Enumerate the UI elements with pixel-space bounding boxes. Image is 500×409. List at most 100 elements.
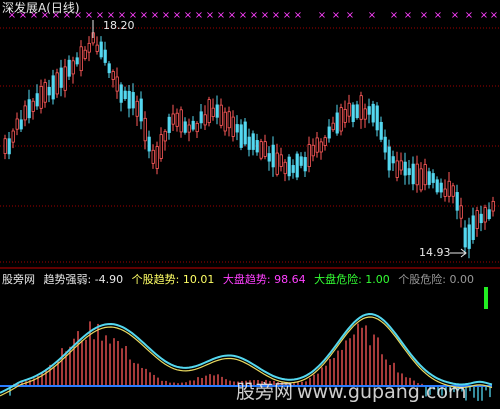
candle-body: [219, 104, 223, 126]
candle-body: [231, 116, 235, 137]
candle-body: [55, 72, 59, 95]
candle-body: [179, 109, 183, 133]
candle-body: [415, 163, 419, 186]
candle-body: [211, 107, 215, 117]
cross-marker: ×: [318, 10, 326, 21]
chart-canvas: × × × × × × × × × × × × × × × × × × × × × × × × × × × × × × × × × × × × × × ×: [0, 10, 500, 401]
candle-body: [483, 207, 487, 223]
cross-marker: ×: [480, 10, 488, 21]
candle-body: [487, 209, 491, 220]
candle-body: [283, 161, 287, 175]
candle-body: [87, 42, 91, 53]
candle-body: [327, 126, 331, 139]
candle-body: [19, 119, 23, 130]
candle-body: [67, 59, 71, 77]
candle-body: [359, 95, 363, 120]
cross-marker: ×: [294, 10, 302, 21]
candle-body: [311, 144, 315, 157]
candle-body: [431, 173, 435, 183]
candle-body: [247, 136, 251, 150]
candle-body: [375, 105, 379, 131]
candle-body: [387, 146, 391, 171]
cross-marker: ×: [283, 10, 291, 21]
candle-body: [463, 227, 467, 248]
candle-body: [35, 93, 39, 107]
candle-body: [259, 141, 263, 159]
candle-body: [383, 136, 387, 153]
trend-strength-label: 趋势强弱: -4.90: [43, 273, 124, 286]
cross-marker: ×: [434, 10, 442, 21]
candle-body: [107, 63, 111, 74]
candle-body: [43, 82, 47, 103]
candle-body: [451, 185, 455, 197]
candle-body: [115, 76, 119, 92]
candle-body: [447, 180, 451, 197]
candle-body: [307, 144, 311, 167]
chart-title: 深发展A(日线): [2, 1, 80, 15]
cross-marker: ×: [420, 10, 428, 21]
candle-body: [159, 134, 163, 159]
candle-body: [195, 122, 199, 133]
candle-body: [379, 121, 383, 140]
cross-markers: × × × × × × × × × × × × × × × × × × × × × × × × × × × × × × × × × × × × × × ×: [8, 10, 498, 21]
candle-body: [299, 156, 303, 166]
candle-body: [203, 114, 207, 126]
candle-body: [47, 86, 51, 96]
cross-marker: ×: [368, 10, 376, 21]
candle-body: [143, 117, 147, 142]
stock-risk-label: 个股危险: 0.00: [398, 273, 474, 286]
candle-body: [319, 141, 323, 153]
candle-body: [51, 75, 55, 100]
cross-marker: ×: [228, 10, 236, 21]
candle-body: [147, 136, 151, 152]
candle-body: [111, 71, 115, 80]
green-signal-bar: [484, 287, 488, 309]
candle-body: [155, 146, 159, 169]
stock-trend-label: 个股趋势: 10.01: [131, 273, 215, 286]
candle-body: [323, 137, 327, 146]
candle-body: [163, 130, 167, 142]
candle-body: [419, 168, 423, 191]
candle-body: [423, 164, 427, 186]
cross-marker: ×: [85, 10, 93, 21]
candle-body: [491, 200, 495, 212]
candle-body: [31, 100, 35, 112]
cross-marker: ×: [451, 10, 459, 21]
candle-body: [347, 102, 351, 117]
candle-body: [339, 107, 343, 132]
candle-body: [151, 149, 155, 164]
candle-body: [371, 103, 375, 123]
candle-body: [331, 122, 335, 131]
cross-marker: ×: [390, 10, 398, 21]
candle-body: [411, 163, 415, 185]
candle-body: [399, 160, 403, 171]
candle-body: [267, 153, 271, 162]
candle-body: [295, 153, 299, 178]
candle-body: [139, 98, 143, 122]
cross-marker: ×: [151, 10, 159, 21]
watermark-cn: 股旁网: [236, 381, 294, 403]
candle-body: [439, 182, 443, 193]
candle-body: [239, 124, 243, 148]
cross-marker: ×: [404, 10, 412, 21]
candle-body: [263, 141, 267, 157]
candle-body: [207, 99, 211, 124]
cross-marker: ×: [173, 10, 181, 21]
candle-body: [83, 49, 87, 59]
cross-marker: ×: [261, 10, 269, 21]
candle-body: [99, 41, 103, 58]
candle-body: [363, 108, 367, 120]
candle-body: [407, 168, 411, 176]
candle-body: [127, 90, 131, 109]
candle-body: [131, 92, 135, 109]
cross-marker: ×: [184, 10, 192, 21]
candle-body: [71, 60, 75, 75]
candle-body: [367, 106, 371, 115]
candle-body: [223, 111, 227, 132]
candle-body: [215, 104, 219, 118]
candle-body: [167, 116, 171, 133]
candle-body: [243, 121, 247, 145]
candle-body: [435, 179, 439, 193]
candle-body: [255, 140, 259, 153]
candle-body: [11, 130, 15, 143]
